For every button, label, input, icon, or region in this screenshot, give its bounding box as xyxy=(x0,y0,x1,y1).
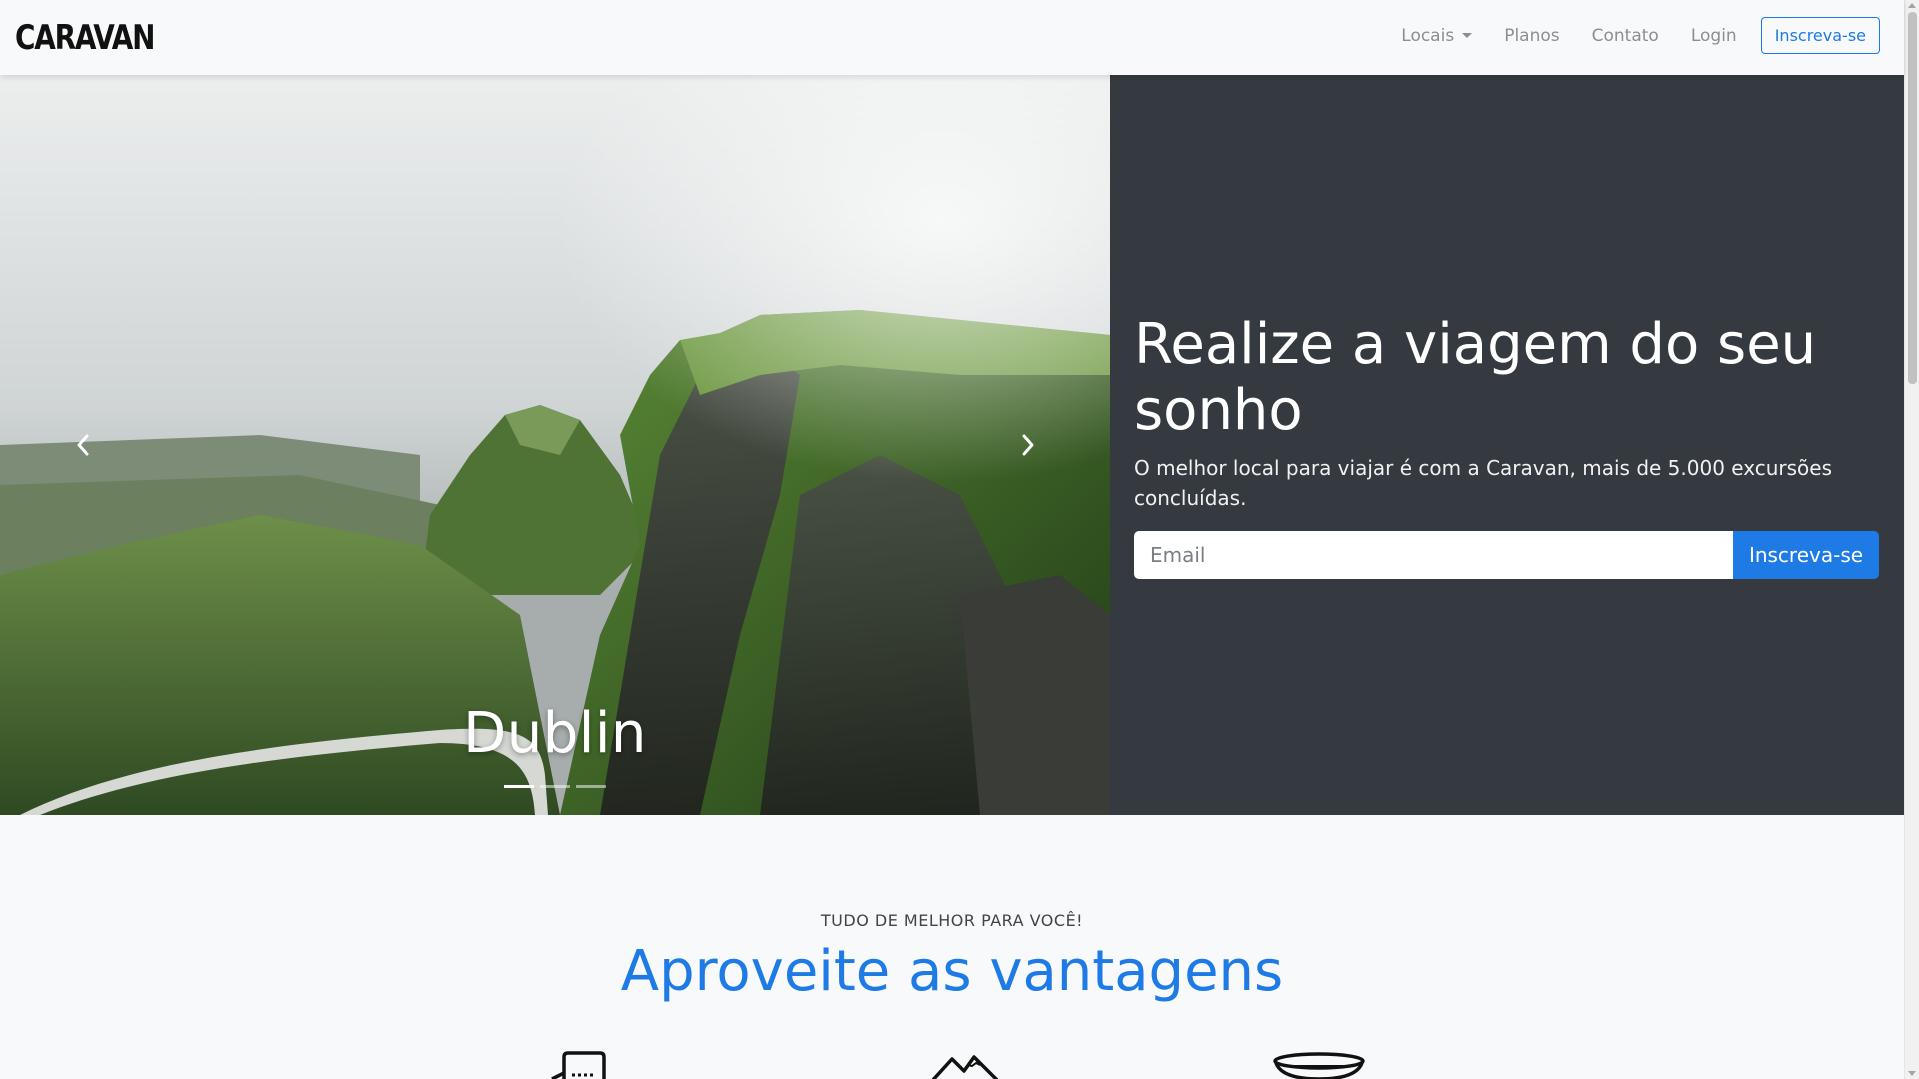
mountains-icon xyxy=(931,1055,999,1079)
carousel-prev-button[interactable] xyxy=(68,430,98,460)
hero-subtitle: O melhor local para viajar é com a Carav… xyxy=(1134,456,1833,510)
nav-link-planos[interactable]: Planos xyxy=(1504,26,1559,46)
signup-form: Inscreva-se xyxy=(1134,531,1879,579)
scroll-up-icon[interactable] xyxy=(1908,3,1916,8)
page: CARAVAN Locais Planos Contato Login Insc… xyxy=(0,0,1919,1079)
carousel-indicator[interactable] xyxy=(540,785,570,788)
section-eyebrow: TUDO DE MELHOR PARA VOCÊ! xyxy=(820,911,1084,930)
scrollbar-thumb[interactable] xyxy=(1908,12,1917,384)
section-title: Aproveite as vantagens xyxy=(620,939,1284,1004)
scroll-down-icon[interactable] xyxy=(1908,1071,1916,1076)
brand-logo[interactable]: CARAVAN xyxy=(15,18,155,58)
carousel[interactable]: Dublin xyxy=(0,75,1110,815)
hero-title: Realize a viagem do seu sonho xyxy=(1134,312,1817,443)
carousel-caption: Dublin xyxy=(463,701,647,766)
carousel-indicator[interactable] xyxy=(504,785,534,788)
carousel-indicators xyxy=(0,785,1110,788)
signup-nav-button[interactable]: Inscreva-se xyxy=(1760,17,1880,54)
hero-section: Dublin Realize a viagem do seu sonho O m… xyxy=(0,75,1904,815)
nav-link-contato[interactable]: Contato xyxy=(1592,26,1659,46)
chat-bubble-icon xyxy=(551,1051,606,1079)
nav-link-login[interactable]: Login xyxy=(1691,26,1737,46)
nav-link-locais[interactable]: Locais xyxy=(1401,25,1473,46)
vertical-scrollbar[interactable] xyxy=(1904,0,1919,1079)
signup-submit-button[interactable]: Inscreva-se xyxy=(1733,531,1879,579)
chevron-right-icon xyxy=(1022,434,1034,456)
caret-down-icon xyxy=(1462,33,1473,38)
hero-panel: Realize a viagem do seu sonho O melhor l… xyxy=(1110,75,1904,815)
email-input[interactable] xyxy=(1134,531,1733,579)
hot-air-balloon-icon xyxy=(1273,1052,1365,1079)
carousel-next-button[interactable] xyxy=(1013,430,1043,460)
nav-link-label: Locais xyxy=(1401,25,1455,46)
features-section: TUDO DE MELHOR PARA VOCÊ! Aproveite as v… xyxy=(0,815,1904,1079)
carousel-indicator[interactable] xyxy=(576,785,606,788)
nav-links: Locais Planos Contato Login Inscreva-se xyxy=(1369,17,1880,54)
navbar: CARAVAN Locais Planos Contato Login Insc… xyxy=(0,0,1904,75)
chevron-left-icon xyxy=(77,434,89,456)
